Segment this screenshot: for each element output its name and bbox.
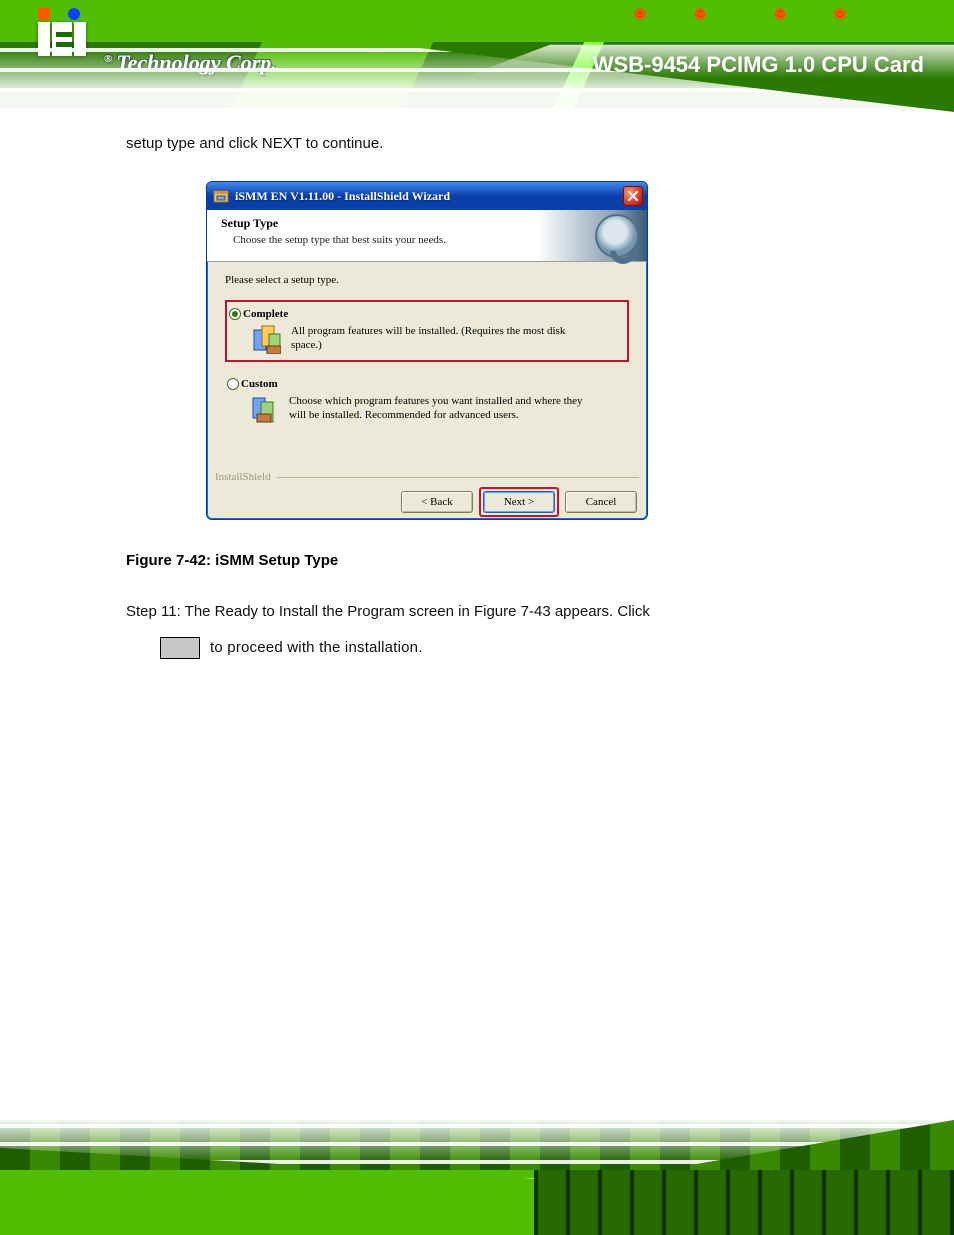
logo-accent-dots bbox=[38, 8, 88, 22]
header-title: Setup Type bbox=[221, 216, 278, 231]
option-custom-label: Custom bbox=[241, 378, 278, 390]
option-complete-label: Complete bbox=[243, 308, 288, 320]
top-banner: ® Technology Corp. WSB-9454 PCIMG 1.0 CPU… bbox=[0, 0, 954, 112]
cancel-button[interactable]: Cancel bbox=[565, 491, 637, 513]
back-button[interactable]: < Back bbox=[401, 491, 473, 513]
close-icon bbox=[628, 191, 638, 201]
option-custom-desc: Choose which program features you want i… bbox=[289, 394, 589, 424]
option-complete[interactable]: Complete All program features will be in… bbox=[225, 300, 629, 362]
logo-block bbox=[38, 22, 86, 56]
step-line-2-text: to proceed with the installation. bbox=[210, 636, 423, 660]
option-custom[interactable]: Custom Choose which program features you… bbox=[225, 372, 629, 430]
step-line-1: Step 11: The Ready to Install the Progra… bbox=[126, 600, 866, 624]
close-button[interactable] bbox=[623, 186, 643, 206]
step-line-2: to proceed with the installation. bbox=[160, 636, 860, 660]
custom-install-icon bbox=[251, 394, 279, 424]
document-title: WSB-9454 PCIMG 1.0 CPU Card bbox=[593, 52, 924, 78]
next-button-highlight: Next > bbox=[479, 487, 559, 517]
figure-caption: Figure 7-42: iSMM Setup Type bbox=[126, 552, 338, 569]
installshield-window: iSMM EN V1.11.00 - InstallShield Wizard … bbox=[206, 181, 648, 520]
complete-install-icon bbox=[253, 324, 281, 354]
lead-in-text: setup type and click NEXT to continue. bbox=[126, 132, 826, 156]
brand-name: Technology Corp. bbox=[116, 50, 277, 75]
iei-logo-icon bbox=[38, 22, 86, 56]
install-button-chip bbox=[160, 637, 200, 659]
registered-mark: ® bbox=[104, 53, 112, 65]
wizard-header: Setup Type Choose the setup type that be… bbox=[207, 210, 647, 262]
wizard-body: Please select a setup type. Complete All… bbox=[207, 262, 647, 430]
wizard-button-bar: < Back Next > Cancel bbox=[207, 485, 647, 519]
bottom-banner bbox=[0, 1120, 954, 1235]
next-button[interactable]: Next > bbox=[483, 491, 555, 513]
radio-custom[interactable] bbox=[227, 378, 239, 390]
window-title: iSMM EN V1.11.00 - InstallShield Wizard bbox=[235, 189, 623, 204]
step-line-1-text: Step 11: The Ready to Install the Progra… bbox=[126, 603, 650, 620]
installer-disc-icon bbox=[595, 214, 639, 258]
setup-prompt: Please select a setup type. bbox=[225, 274, 629, 286]
titlebar: iSMM EN V1.11.00 - InstallShield Wizard bbox=[207, 182, 647, 210]
header-subtitle: Choose the setup type that best suits yo… bbox=[233, 234, 446, 246]
radio-complete[interactable] bbox=[229, 308, 241, 320]
installshield-brand-line: InstallShield bbox=[215, 471, 639, 483]
brand-text: ® Technology Corp. bbox=[104, 52, 277, 74]
msi-package-icon bbox=[213, 188, 229, 204]
installshield-brand-text: InstallShield bbox=[215, 471, 271, 483]
option-complete-desc: All program features will be installed. … bbox=[291, 324, 591, 354]
